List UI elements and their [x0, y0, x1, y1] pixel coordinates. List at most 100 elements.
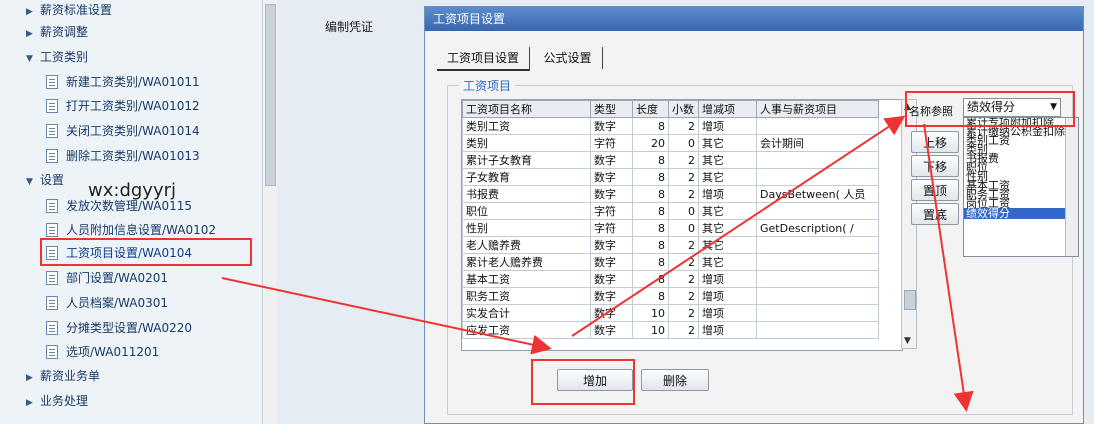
table-cell[interactable]: 其它: [698, 168, 757, 186]
table-cell[interactable]: 数字: [590, 236, 633, 254]
grid-scroll-thumb[interactable]: [904, 290, 916, 310]
table-row[interactable]: 类别工资 数字 8 2 增项: [462, 117, 879, 135]
salary-items-grid[interactable]: 工资项目名称 类型 长度 小数 增减项 人事与薪资项目 类别工资 数字 8 2 增项 类别 字符 20 0…: [461, 99, 903, 351]
table-cell[interactable]: 8: [632, 236, 669, 254]
table-cell[interactable]: 职位: [462, 202, 591, 220]
table-cell[interactable]: 增项: [698, 287, 757, 305]
tree-item[interactable]: 选项/WA011201: [46, 341, 159, 363]
move-up-button[interactable]: 上移: [911, 131, 959, 153]
move-top-button[interactable]: 置顶: [911, 179, 959, 201]
table-cell[interactable]: 其它: [698, 134, 757, 152]
table-cell[interactable]: 2: [668, 304, 699, 322]
table-row[interactable]: 类别 字符 20 0 其它 会计期间: [462, 134, 879, 152]
table-cell[interactable]: 其它: [698, 236, 757, 254]
table-cell[interactable]: GetDescription( /: [756, 219, 879, 237]
table-cell[interactable]: 其它: [698, 202, 757, 220]
table-cell[interactable]: 2: [668, 168, 699, 186]
table-cell[interactable]: 增项: [698, 185, 757, 203]
table-cell[interactable]: 2: [668, 117, 699, 135]
table-cell[interactable]: 其它: [698, 253, 757, 271]
table-cell[interactable]: 子女教育: [462, 168, 591, 186]
tree-item[interactable]: ▼ 设置: [26, 169, 64, 191]
collapse-arrow-icon[interactable]: ▶: [26, 392, 40, 414]
column-header[interactable]: 长度: [632, 100, 669, 118]
table-cell[interactable]: 书报费: [462, 185, 591, 203]
table-cell[interactable]: 实发合计: [462, 304, 591, 322]
table-cell[interactable]: 其它: [698, 219, 757, 237]
tree-item[interactable]: 删除工资类别/WA01013: [46, 145, 200, 167]
table-cell[interactable]: [756, 287, 879, 305]
table-cell[interactable]: 2: [668, 236, 699, 254]
table-cell[interactable]: 8: [632, 202, 669, 220]
table-cell[interactable]: 数字: [590, 287, 633, 305]
table-cell[interactable]: [756, 304, 879, 322]
table-row[interactable]: 累计子女教育 数字 8 2 其它: [462, 151, 879, 169]
table-cell[interactable]: 8: [632, 270, 669, 288]
tree-item[interactable]: 新建工资类别/WA01011: [46, 71, 200, 93]
table-cell[interactable]: 2: [668, 253, 699, 271]
table-row[interactable]: 职务工资 数字 8 2 增项: [462, 287, 879, 305]
collapse-arrow-icon[interactable]: ▶: [26, 23, 40, 45]
tree-item[interactable]: 关闭工资类别/WA01014: [46, 120, 200, 142]
table-cell[interactable]: 增项: [698, 270, 757, 288]
tree-item[interactable]: 部门设置/WA0201: [46, 267, 168, 289]
table-cell[interactable]: 应发工资: [462, 321, 591, 339]
tree-item[interactable]: ▶ 薪资调整: [26, 21, 88, 43]
table-cell[interactable]: [756, 236, 879, 254]
column-header[interactable]: 人事与薪资项目: [756, 100, 879, 118]
table-cell[interactable]: 数字: [590, 117, 633, 135]
table-cell[interactable]: 8: [632, 287, 669, 305]
column-header[interactable]: 增减项: [698, 100, 757, 118]
table-cell[interactable]: 累计老人赡养费: [462, 253, 591, 271]
name-reference-list[interactable]: 累计专项附加扣除 累计缴纳公积金扣除 类别工资 类别 书报费 职位 性别 基本工资 职务工资 岗位…: [963, 117, 1079, 257]
table-row[interactable]: 老人赡养费 数字 8 2 其它: [462, 236, 879, 254]
table-cell[interactable]: 会计期间: [756, 134, 879, 152]
table-cell[interactable]: 10: [632, 321, 669, 339]
table-cell[interactable]: [756, 253, 879, 271]
collapse-arrow-icon[interactable]: ▶: [26, 1, 40, 23]
table-cell[interactable]: 数字: [590, 185, 633, 203]
table-cell[interactable]: 职务工资: [462, 287, 591, 305]
table-cell[interactable]: 增项: [698, 304, 757, 322]
table-cell[interactable]: 字符: [590, 219, 633, 237]
table-cell[interactable]: 2: [668, 185, 699, 203]
tab-item-settings[interactable]: 工资项目设置: [437, 47, 531, 71]
table-cell[interactable]: 老人赡养费: [462, 236, 591, 254]
table-cell[interactable]: 数字: [590, 304, 633, 322]
table-row[interactable]: 子女教育 数字 8 2 其它: [462, 168, 879, 186]
move-bottom-button[interactable]: 置底: [911, 203, 959, 225]
table-cell[interactable]: [756, 168, 879, 186]
column-header[interactable]: 工资项目名称: [462, 100, 591, 118]
tree-item[interactable]: ▶ 业务处理: [26, 390, 88, 412]
table-cell[interactable]: 字符: [590, 202, 633, 220]
tree-item[interactable]: 分摊类型设置/WA0220: [46, 317, 192, 339]
nav-scroll-thumb[interactable]: [265, 4, 276, 186]
scroll-down-icon[interactable]: ▼: [904, 336, 911, 346]
table-cell[interactable]: 8: [632, 219, 669, 237]
table-row[interactable]: 累计老人赡养费 数字 8 2 其它: [462, 253, 879, 271]
table-cell[interactable]: 8: [632, 253, 669, 271]
table-cell[interactable]: 增项: [698, 321, 757, 339]
table-cell[interactable]: 其它: [698, 151, 757, 169]
table-cell[interactable]: 基本工资: [462, 270, 591, 288]
expand-arrow-icon[interactable]: ▼: [26, 171, 40, 193]
table-cell[interactable]: 类别工资: [462, 117, 591, 135]
table-cell[interactable]: 8: [632, 168, 669, 186]
table-cell[interactable]: 增项: [698, 117, 757, 135]
table-cell[interactable]: [756, 270, 879, 288]
table-cell[interactable]: 8: [632, 117, 669, 135]
table-cell[interactable]: 类别: [462, 134, 591, 152]
table-cell[interactable]: 2: [668, 151, 699, 169]
table-cell[interactable]: 0: [668, 134, 699, 152]
tree-item[interactable]: ▶ 薪资标准设置: [26, 0, 112, 21]
delete-button[interactable]: 删除: [641, 369, 709, 391]
table-cell[interactable]: 20: [632, 134, 669, 152]
table-cell[interactable]: [756, 202, 879, 220]
table-cell[interactable]: 性别: [462, 219, 591, 237]
table-cell[interactable]: 2: [668, 321, 699, 339]
reference-option[interactable]: 绩效得分: [964, 208, 1078, 219]
table-cell[interactable]: 累计子女教育: [462, 151, 591, 169]
table-row[interactable]: 实发合计 数字 10 2 增项: [462, 304, 879, 322]
reference-list-scrollbar[interactable]: [1065, 118, 1078, 256]
table-cell[interactable]: 数字: [590, 253, 633, 271]
